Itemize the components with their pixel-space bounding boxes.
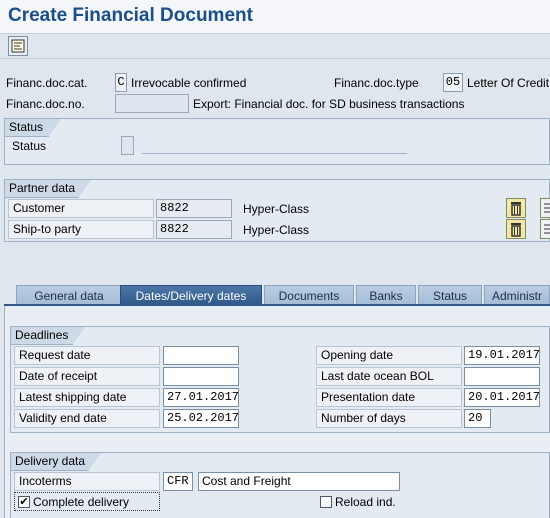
- request-date-field[interactable]: [163, 346, 239, 365]
- last-date-bol-label: Last date ocean BOL: [316, 367, 462, 386]
- receipt-date-field[interactable]: [163, 367, 239, 386]
- doc-number-text: Export: Financial doc. for SD business t…: [193, 97, 465, 111]
- validity-end-label: Validity end date: [14, 409, 160, 428]
- status-text-line: [142, 153, 407, 154]
- status-group: Status: [4, 118, 550, 165]
- ship-to-detail-button[interactable]: [540, 219, 550, 239]
- doc-number-field[interactable]: [115, 94, 189, 113]
- doc-category-label: Financ.doc.cat.: [6, 76, 88, 90]
- detail-list-icon: [544, 224, 550, 234]
- incoterms-code-field[interactable]: CFR: [163, 472, 193, 491]
- latest-shipping-label: Latest shipping date: [14, 388, 160, 407]
- presentation-date-field[interactable]: 20.01.2017: [464, 388, 540, 407]
- incoterms-label: Incoterms: [14, 472, 160, 491]
- tab-general-data[interactable]: General data: [16, 285, 122, 305]
- doc-type-label: Financ.doc.type: [334, 76, 419, 90]
- trash-icon: [511, 223, 521, 237]
- customer-field[interactable]: 8822: [156, 199, 232, 218]
- document-overview-icon: [11, 39, 25, 53]
- complete-delivery-focus: [14, 492, 160, 511]
- deadlines-title: Deadlines: [11, 327, 85, 345]
- number-of-days-label: Number of days: [316, 409, 462, 428]
- reload-label: Reload ind.: [335, 495, 396, 509]
- status-label: Status: [12, 139, 47, 153]
- last-date-bol-field[interactable]: [464, 367, 540, 386]
- delivery-data-title: Delivery data: [11, 453, 101, 471]
- tab-administration[interactable]: Administr: [484, 285, 550, 305]
- doc-type-field[interactable]: 05: [443, 73, 463, 92]
- customer-label: Customer: [8, 199, 154, 218]
- delete-customer-button[interactable]: [506, 198, 526, 218]
- status-group-title: Status: [5, 119, 61, 137]
- ship-to-field[interactable]: 8822: [156, 220, 232, 239]
- customer-name: Hyper-Class: [243, 202, 310, 216]
- doc-category-field[interactable]: C: [115, 73, 127, 92]
- latest-shipping-field[interactable]: 27.01.2017: [163, 388, 239, 407]
- receipt-date-label: Date of receipt: [14, 367, 160, 386]
- customer-detail-button[interactable]: [540, 198, 550, 218]
- reload-checkbox[interactable]: [320, 496, 332, 508]
- ship-to-name: Hyper-Class: [243, 223, 310, 237]
- opening-date-label: Opening date: [316, 346, 462, 365]
- trash-icon: [511, 202, 521, 216]
- incoterms-text-field[interactable]: Cost and Freight: [198, 472, 400, 491]
- delete-ship-to-button[interactable]: [506, 219, 526, 239]
- validity-end-field[interactable]: 25.02.2017: [163, 409, 239, 428]
- application-toolbar: [0, 34, 550, 59]
- number-of-days-field[interactable]: 20: [464, 409, 491, 428]
- presentation-date-label: Presentation date: [316, 388, 462, 407]
- detail-list-icon: [544, 203, 550, 213]
- partner-data-title: Partner data: [5, 180, 91, 198]
- doc-category-text: Irrevocable confirmed: [131, 76, 247, 90]
- doc-number-label: Financ.doc.no.: [6, 97, 85, 111]
- tab-banks[interactable]: Banks: [356, 285, 416, 305]
- doc-type-text: Letter Of Credit: [467, 76, 550, 90]
- opening-date-field[interactable]: 19.01.2017: [464, 346, 540, 365]
- status-field[interactable]: [121, 136, 134, 155]
- tab-dates-delivery[interactable]: Dates/Delivery dates: [120, 285, 262, 305]
- ship-to-label: Ship-to party: [8, 220, 154, 239]
- tab-documents[interactable]: Documents: [264, 285, 354, 305]
- page-title: Create Financial Document: [8, 5, 253, 26]
- request-date-label: Request date: [14, 346, 160, 365]
- tab-status[interactable]: Status: [418, 285, 482, 305]
- document-overview-button[interactable]: [8, 36, 28, 56]
